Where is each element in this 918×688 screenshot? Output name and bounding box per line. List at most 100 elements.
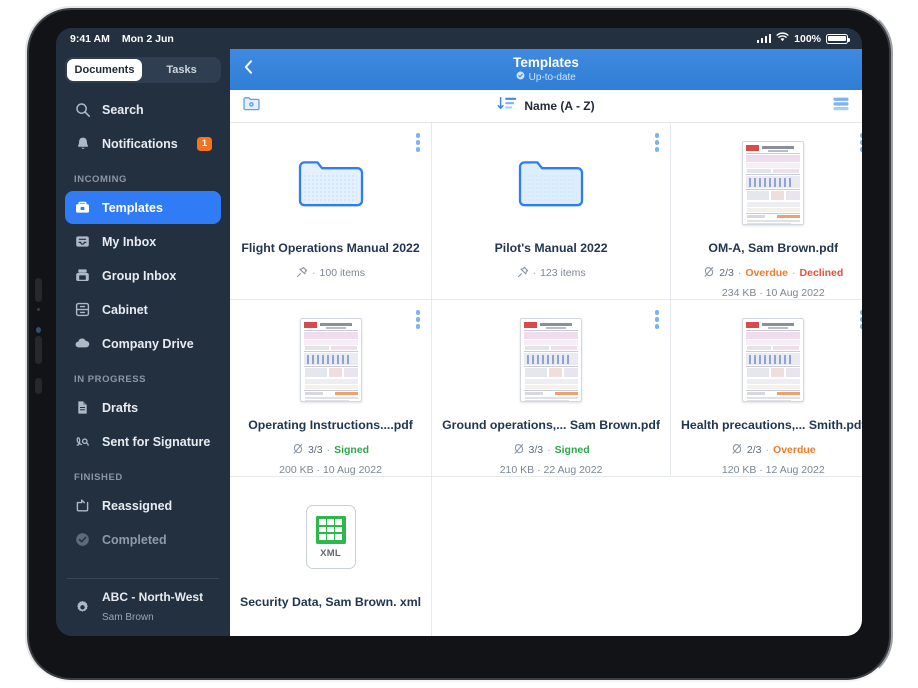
reassign-tray-icon bbox=[74, 497, 91, 514]
sidebar-item-company-drive[interactable]: Company Drive bbox=[65, 327, 221, 360]
navigation-title-block: Templates Up-to-date bbox=[230, 49, 862, 90]
grid-item[interactable]: Pilot's Manual 2022 · 123 items bbox=[432, 123, 672, 300]
tab-tasks[interactable]: Tasks bbox=[144, 59, 219, 81]
grid-item[interactable]: XML Security Data, Sam Brown. xml bbox=[230, 477, 433, 636]
status-date: Mon 2 Jun bbox=[121, 32, 174, 45]
status-bar: 9:41 AM Mon 2 Jun 100% bbox=[56, 28, 862, 49]
spreadsheet-grid-icon bbox=[315, 515, 346, 544]
item-menu-button[interactable] bbox=[415, 310, 421, 329]
item-thumbnail bbox=[742, 314, 805, 406]
navigation-bar: Templates Up-to-date bbox=[230, 49, 862, 90]
item-meta: 3/3 · Signed bbox=[292, 443, 369, 458]
segmented-control-wrap: Documents Tasks bbox=[56, 49, 230, 93]
item-meta: 2/3 · Overdue bbox=[731, 443, 816, 458]
item-name: OM-A, Sam Brown.pdf bbox=[708, 241, 839, 255]
sort-control[interactable]: Name (A - Z) bbox=[230, 96, 862, 116]
item-thumbnail bbox=[520, 314, 583, 406]
tablet-screen: 9:41 AM Mon 2 Jun 100% Documents Tasks S… bbox=[56, 28, 862, 636]
item-menu-button[interactable] bbox=[860, 310, 862, 329]
item-meta: 3/3 · Signed bbox=[513, 443, 590, 458]
item-menu-button[interactable] bbox=[654, 310, 660, 329]
sidebar: Documents Tasks Search Notifications 1 I… bbox=[56, 49, 230, 636]
gear-icon bbox=[74, 599, 91, 616]
sidebar-footer: ABC - North-West Sam Brown bbox=[56, 578, 230, 636]
sidebar-item-drafts[interactable]: Drafts bbox=[65, 391, 221, 424]
group-inbox-icon bbox=[74, 267, 91, 284]
sync-status: Up-to-date bbox=[516, 71, 576, 84]
item-menu-button[interactable] bbox=[415, 133, 421, 152]
sidebar-item-label: Company Drive bbox=[102, 336, 194, 351]
folder-icon bbox=[518, 161, 584, 207]
sidebar-item-group-inbox[interactable]: Group Inbox bbox=[65, 259, 221, 292]
account-profile-button[interactable]: ABC - North-West Sam Brown bbox=[65, 588, 221, 626]
battery-percent-label: 100% bbox=[794, 32, 821, 45]
sidebar-item-label: Cabinet bbox=[102, 302, 148, 317]
back-button[interactable] bbox=[230, 49, 266, 90]
sidebar-item-label: Group Inbox bbox=[102, 268, 177, 283]
pdf-thumbnail bbox=[742, 318, 805, 402]
item-meta: · 123 items bbox=[517, 266, 586, 281]
item-menu-button[interactable] bbox=[654, 133, 660, 152]
item-size-date: 200 KB · 10 Aug 2022 bbox=[279, 463, 382, 476]
sidebar-item-notifications[interactable]: Notifications 1 bbox=[65, 127, 221, 160]
file-grid: Flight Operations Manual 2022 · 100 item… bbox=[230, 123, 862, 636]
pin-icon bbox=[517, 266, 529, 281]
sidebar-item-templates[interactable]: Templates bbox=[65, 191, 221, 224]
chevron-left-icon bbox=[243, 59, 254, 80]
sidebar-item-label: Templates bbox=[102, 200, 163, 215]
grid-item[interactable]: Health precautions,... Smith.pdf 2/3 · O… bbox=[671, 300, 862, 477]
sidebar-item-my-inbox[interactable]: My Inbox bbox=[65, 225, 221, 258]
file-cabinet-icon bbox=[74, 301, 91, 318]
sidebar-item-search[interactable]: Search bbox=[65, 93, 221, 126]
grid-item[interactable]: Ground operations,... Sam Brown.pdf 3/3 … bbox=[432, 300, 672, 477]
pdf-thumbnail bbox=[742, 141, 805, 225]
item-thumbnail bbox=[742, 137, 805, 229]
sidebar-item-label: Sent for Signature bbox=[102, 434, 211, 449]
meta-separator: · bbox=[547, 444, 551, 457]
toolbox-icon bbox=[74, 199, 91, 216]
page-title: Templates bbox=[513, 55, 579, 71]
item-name: Health precautions,... Smith.pdf bbox=[681, 418, 862, 432]
segmented-control[interactable]: Documents Tasks bbox=[65, 57, 221, 83]
grid-item[interactable]: Flight Operations Manual 2022 · 100 item… bbox=[230, 123, 433, 300]
item-meta: 2/3 · Overdue · Declined bbox=[703, 266, 843, 281]
wifi-icon bbox=[776, 32, 789, 45]
signature-pen-icon bbox=[292, 443, 304, 458]
grid-item[interactable]: OM-A, Sam Brown.pdf 2/3 · Overdue · Decl… bbox=[671, 123, 862, 300]
status-badge: Signed bbox=[334, 444, 370, 457]
item-name: Flight Operations Manual 2022 bbox=[241, 241, 420, 255]
sidebar-item-cabinet[interactable]: Cabinet bbox=[65, 293, 221, 326]
side-button[interactable] bbox=[36, 327, 41, 333]
sidebar-item-label: Drafts bbox=[102, 400, 139, 415]
status-badge: Signed bbox=[554, 444, 590, 457]
view-toggle-button[interactable] bbox=[832, 96, 850, 117]
folder-icon bbox=[298, 161, 363, 207]
item-thumbnail bbox=[299, 314, 362, 406]
signature-pen-icon bbox=[703, 266, 715, 281]
item-name: Pilot's Manual 2022 bbox=[494, 241, 608, 255]
pdf-thumbnail bbox=[520, 318, 583, 402]
tab-documents[interactable]: Documents bbox=[67, 59, 142, 81]
sidebar-item-label: My Inbox bbox=[102, 234, 157, 249]
signature-count: 2/3 bbox=[746, 444, 762, 457]
sidebar-item-completed[interactable]: Completed bbox=[65, 523, 221, 556]
sidebar-section-in-progress: IN PROGRESS bbox=[74, 374, 147, 385]
item-size-date: 234 KB · 10 Aug 2022 bbox=[721, 286, 825, 299]
item-meta: · 100 items bbox=[296, 266, 365, 281]
xml-file-icon: XML bbox=[305, 505, 356, 569]
main-content: Templates Up-to-date Name (A - Z) Flight… bbox=[230, 49, 862, 636]
sort-descending-icon bbox=[497, 96, 518, 116]
item-menu-button[interactable] bbox=[860, 133, 862, 152]
grid-empty-cell bbox=[671, 477, 862, 636]
xml-format-label: XML bbox=[320, 547, 342, 559]
sidebar-item-sent-for-signature[interactable]: Sent for Signature bbox=[65, 425, 221, 458]
app-body: Documents Tasks Search Notifications 1 I… bbox=[56, 49, 862, 636]
sidebar-item-label: Completed bbox=[102, 532, 167, 547]
check-circle-filled-icon bbox=[516, 71, 525, 84]
grid-item[interactable]: Operating Instructions....pdf 3/3 · Sign… bbox=[230, 300, 433, 477]
sidebar-section-finished: FINISHED bbox=[74, 472, 123, 483]
status-badge: Overdue bbox=[773, 444, 816, 457]
new-folder-button[interactable] bbox=[242, 95, 261, 117]
divider bbox=[67, 578, 219, 580]
sidebar-item-reassigned[interactable]: Reassigned bbox=[65, 489, 221, 522]
